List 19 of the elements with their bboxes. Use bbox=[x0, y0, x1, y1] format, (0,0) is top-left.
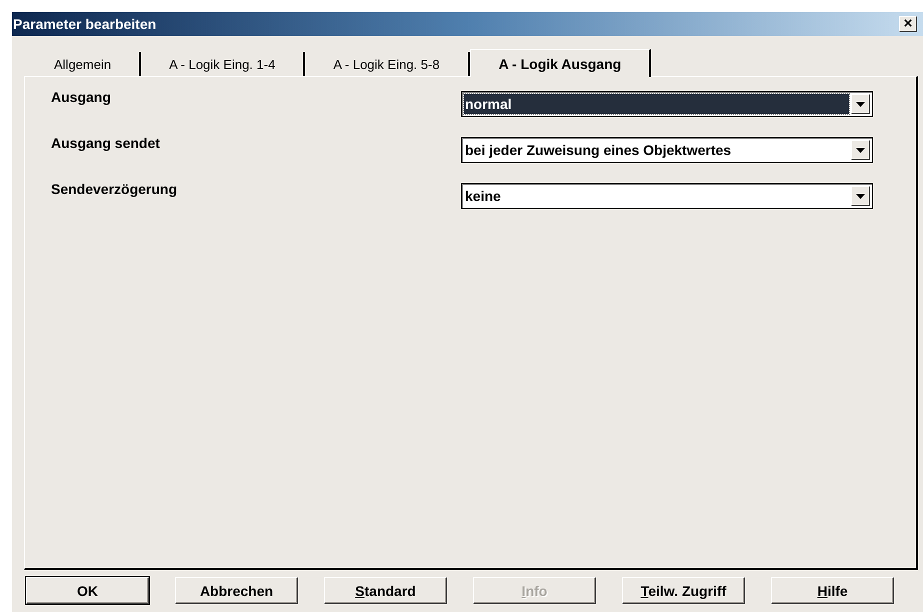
parameter-label: Sendeverzögerung bbox=[51, 181, 178, 197]
dropdown[interactable]: keine bbox=[461, 183, 873, 209]
dropdown[interactable]: normal bbox=[461, 91, 873, 117]
dropdown-value: normal bbox=[464, 94, 849, 114]
tab[interactable]: A - Logik Eing. 1-4 bbox=[141, 52, 306, 76]
parameter-label: Ausgang bbox=[51, 89, 112, 105]
window-title: Parameter bearbeiten bbox=[13, 16, 156, 32]
tab[interactable]: Allgemein bbox=[26, 52, 142, 76]
tab[interactable]: A - Logik Ausgang bbox=[470, 49, 652, 77]
dialog-button[interactable]: Abbrechen bbox=[175, 577, 298, 604]
dialog-button[interactable]: Standard bbox=[324, 577, 447, 604]
parameter-label: Ausgang sendet bbox=[51, 135, 161, 151]
dropdown[interactable]: bei jeder Zuweisung eines Objektwertes bbox=[461, 137, 873, 163]
dialog-button[interactable]: Teilw. Zugriff bbox=[622, 577, 745, 604]
dialog-button[interactable]: OK bbox=[26, 577, 149, 604]
dialog-button[interactable]: Hilfe bbox=[771, 577, 894, 604]
dropdown-value: keine bbox=[464, 187, 502, 206]
close-button[interactable]: × bbox=[899, 16, 917, 32]
dropdown-value: bei jeder Zuweisung eines Objektwertes bbox=[464, 141, 732, 160]
